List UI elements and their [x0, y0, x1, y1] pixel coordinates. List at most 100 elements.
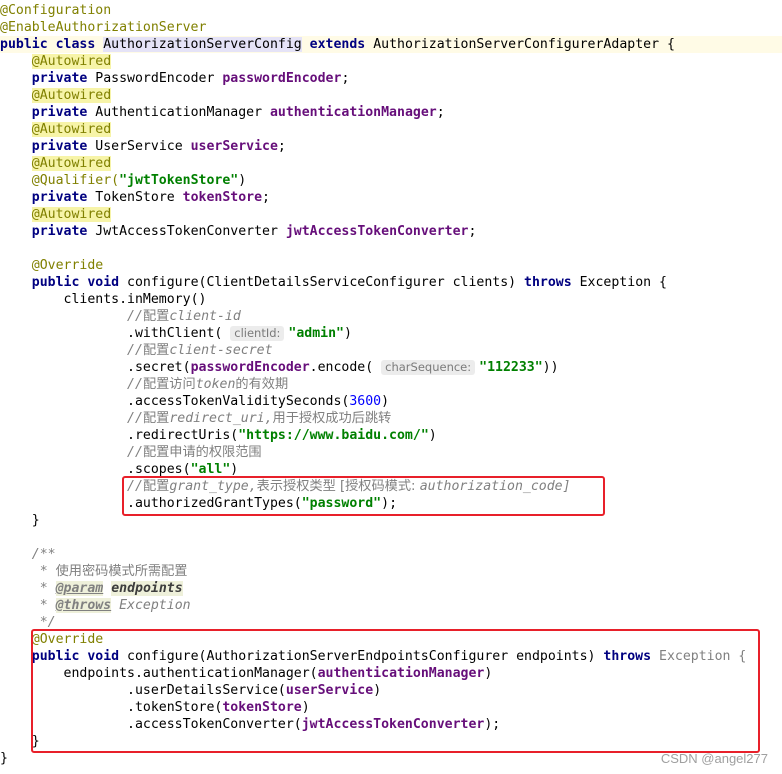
- keyword: private: [31, 224, 96, 239]
- doc-comment: Exception: [111, 598, 191, 613]
- comment: 的有效期: [235, 377, 289, 392]
- code-line: public void configure(ClientDetailsServi…: [0, 274, 667, 291]
- annotation: @Autowired: [31, 207, 112, 222]
- code-text: ;: [341, 71, 350, 86]
- field-name: userService: [190, 139, 278, 154]
- comment: 配置: [142, 309, 170, 324]
- code-line-current: public class AuthorizationServerConfig e…: [0, 36, 782, 53]
- doc-comment: *: [31, 564, 56, 579]
- comment: 配置申请的权限范围: [142, 445, 262, 460]
- watermark: CSDN @angel277: [660, 751, 768, 766]
- code-text: .scopes(: [127, 462, 191, 477]
- string-literal: "admin": [288, 326, 344, 341]
- code-line: private TokenStore tokenStore;: [0, 189, 270, 206]
- comment: 用于授权成功后跳转: [272, 411, 392, 426]
- code-line: //配置访问token的有效期: [0, 376, 288, 393]
- parameter-hint: clientId:: [230, 326, 285, 341]
- keyword: private: [31, 71, 96, 86]
- field-name: passwordEncoder: [190, 360, 310, 375]
- code-text: ;: [468, 224, 477, 239]
- code-text: }: [0, 751, 8, 766]
- doc-param-name: endpoints: [111, 581, 183, 596]
- code-line: clients.inMemory(): [0, 291, 207, 308]
- code-line: @EnableAuthorizationServer: [0, 19, 206, 36]
- annotation: @Override: [31, 258, 104, 273]
- code-line: @Autowired: [0, 155, 112, 172]
- code-line: }: [0, 750, 8, 767]
- doc-comment: 使用密码模式所需配置: [55, 564, 188, 579]
- code-text: ): [381, 394, 390, 409]
- code-line: private PasswordEncoder passwordEncoder;: [0, 70, 350, 87]
- code-line: //配置申请的权限范围: [0, 444, 262, 461]
- code-line: //配置client-secret: [0, 342, 273, 359]
- doc-comment: *: [31, 598, 56, 613]
- type-name: PasswordEncoder: [95, 71, 223, 86]
- comment: client-secret: [169, 343, 273, 358]
- code-line: .secret(passwordEncoder.encode( charSequ…: [0, 359, 559, 376]
- comment: //: [127, 377, 143, 392]
- type-name: JwtAccessTokenConverter: [95, 224, 286, 239]
- field-name: passwordEncoder: [222, 71, 342, 86]
- code-text: .accessTokenValiditySeconds(: [127, 394, 350, 409]
- comment: //: [127, 411, 143, 426]
- keyword: private: [31, 139, 96, 154]
- code-line: * @param endpoints: [0, 580, 183, 597]
- code-line: private AuthenticationManager authentica…: [0, 104, 445, 121]
- code-line: @Override: [0, 257, 103, 274]
- comment: 配置: [142, 343, 170, 358]
- type-name: AuthenticationManager: [95, 105, 270, 120]
- parameter-hint: charSequence:: [381, 360, 476, 375]
- code-text: .secret(: [127, 360, 191, 375]
- comment: client-id: [169, 309, 241, 324]
- comment: //: [127, 309, 143, 324]
- annotation: @Qualifier(: [31, 173, 120, 188]
- keyword: public class: [0, 37, 104, 52]
- comment: token: [195, 377, 236, 392]
- code-line: @Autowired: [0, 53, 112, 70]
- code-line: private UserService userService;: [0, 138, 286, 155]
- highlight-box-endpoints-config: [31, 629, 760, 753]
- type-name: TokenStore: [95, 190, 183, 205]
- code-line: private JwtAccessTokenConverter jwtAcces…: [0, 223, 477, 240]
- code-line: @Autowired: [0, 206, 112, 223]
- doc-comment: /**: [31, 547, 56, 562]
- code-text: ;: [436, 105, 445, 120]
- number-literal: 3600: [349, 394, 382, 409]
- code-line: }: [0, 512, 40, 529]
- string-literal: "jwtTokenStore": [119, 173, 239, 188]
- code-text: clients.inMemory(): [63, 292, 207, 307]
- code-line: .redirectUris("https://www.baidu.com/"): [0, 427, 437, 444]
- code-line: //配置redirect_uri,用于授权成功后跳转: [0, 410, 391, 427]
- class-name: AuthorizationServerConfig: [103, 37, 302, 52]
- string-literal: "https://www.baidu.com/": [238, 428, 429, 443]
- keyword: throws: [524, 275, 572, 290]
- doc-tag: @param: [55, 581, 104, 596]
- code-text: ): [344, 326, 352, 341]
- code-line: * 使用密码模式所需配置: [0, 563, 188, 580]
- code-text: ): [230, 462, 239, 477]
- code-text: .encode(: [309, 360, 382, 375]
- comment: 配置: [142, 411, 170, 426]
- comment: 配置访问: [142, 377, 196, 392]
- field-name: jwtAccessTokenConverter: [285, 224, 469, 239]
- doc-comment: *: [31, 581, 56, 596]
- code-text: ;: [277, 139, 286, 154]
- code-text: }: [31, 513, 40, 528]
- comment: redirect_uri,: [169, 411, 273, 426]
- string-literal: "all": [190, 462, 231, 477]
- code-text: .redirectUris(: [127, 428, 239, 443]
- code-line: @Autowired: [0, 87, 112, 104]
- string-literal: "112233": [479, 360, 543, 375]
- code-text: ;: [262, 190, 270, 205]
- code-text: ): [238, 173, 247, 188]
- annotation: @Autowired: [31, 122, 112, 137]
- code-line: @Configuration: [0, 2, 111, 19]
- code-text: ): [428, 428, 437, 443]
- keyword: public void: [31, 275, 128, 290]
- code-line: .withClient( clientId: "admin"): [0, 325, 352, 342]
- code-line: * @throws Exception: [0, 597, 191, 614]
- keyword: extends: [301, 37, 374, 52]
- method-signature: configure(ClientDetailsServiceConfigurer…: [127, 275, 525, 290]
- keyword: private: [31, 105, 96, 120]
- comment: //: [127, 343, 143, 358]
